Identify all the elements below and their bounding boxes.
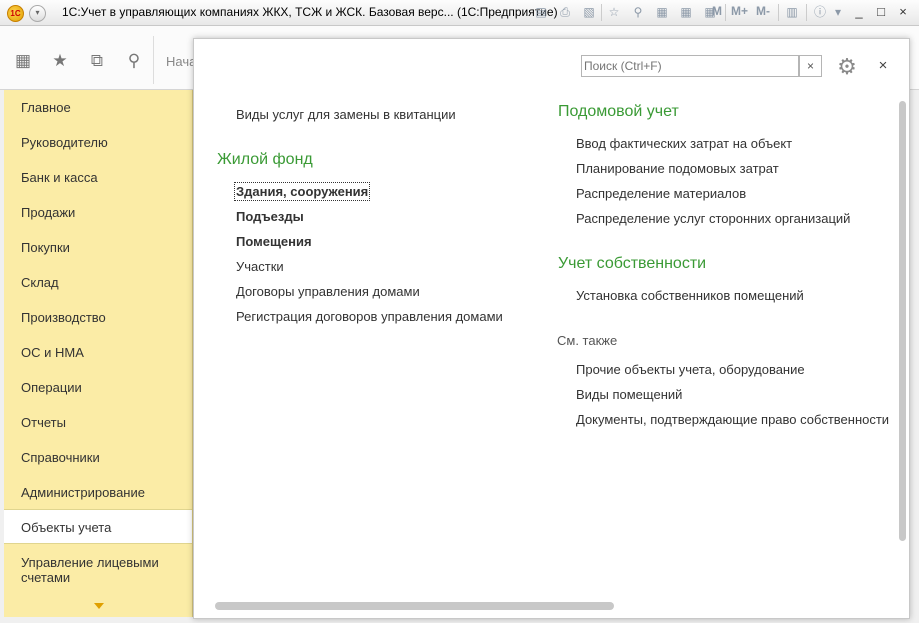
info-icon[interactable]: ⓘ bbox=[812, 4, 828, 20]
link-premise-types[interactable]: Виды помещений bbox=[576, 387, 682, 402]
star-icon[interactable]: ★ bbox=[49, 50, 71, 72]
sidebar-item-accounting-objects[interactable]: Объекты учета bbox=[4, 509, 192, 544]
sidebar-item-operations[interactable]: Операции bbox=[4, 380, 192, 395]
link-management-contracts[interactable]: Договоры управления домами bbox=[236, 284, 420, 299]
link-ownership-documents[interactable]: Документы, подтверждающие право собствен… bbox=[576, 412, 894, 427]
search-input[interactable] bbox=[584, 58, 774, 74]
sidebar-item-administration[interactable]: Администрирование bbox=[4, 485, 192, 500]
sidebar-item-bank[interactable]: Банк и касса bbox=[4, 170, 192, 185]
sidebar-item-warehouse[interactable]: Склад bbox=[4, 275, 192, 290]
see-also-title: См. также bbox=[557, 333, 618, 348]
scroll-down-arrow-icon[interactable] bbox=[94, 603, 104, 609]
group-title-ownership: Учет собственности bbox=[558, 255, 707, 272]
save-icon[interactable]: ▤ bbox=[533, 4, 549, 20]
link-premises[interactable]: Помещения bbox=[236, 234, 312, 249]
main-menu-icon[interactable]: ▾ bbox=[29, 5, 46, 22]
chevron-down-icon[interactable]: ▾ bbox=[830, 4, 846, 20]
sidebar-item-fixed-assets[interactable]: ОС и НМА bbox=[4, 345, 192, 360]
print-icon[interactable]: ⎙ bbox=[557, 4, 573, 20]
link-buildings[interactable]: Здания, сооружения bbox=[233, 182, 371, 201]
group-title-housing-stock: Жилой фонд bbox=[217, 151, 313, 168]
search-icon[interactable]: ⚲ bbox=[123, 50, 145, 72]
maximize-button[interactable]: □ bbox=[872, 3, 890, 21]
history-icon[interactable]: ⧉ bbox=[86, 50, 108, 72]
close-window-button[interactable]: × bbox=[894, 3, 912, 21]
link-materials-distribution[interactable]: Распределение материалов bbox=[576, 186, 746, 201]
close-icon[interactable]: × bbox=[874, 57, 892, 75]
group-title-per-house-accounting: Подомовой учет bbox=[558, 103, 679, 120]
memory-plus-button[interactable]: M+ bbox=[731, 4, 748, 18]
calculator-icon[interactable]: ▦ bbox=[678, 4, 694, 20]
link-service-types-replacement[interactable]: Виды услуг для замены в квитанции bbox=[236, 107, 456, 122]
window-title-bar: 1С ▾ 1С:Учет в управляющих компаниях ЖКХ… bbox=[0, 0, 919, 26]
favorite-icon[interactable]: ☆ bbox=[606, 4, 622, 20]
sidebar-item-main[interactable]: Главное bbox=[4, 100, 192, 115]
sidebar-item-purchases[interactable]: Покупки bbox=[4, 240, 192, 255]
link-actual-costs-input[interactable]: Ввод фактических затрат на объект bbox=[576, 136, 792, 151]
minimize-button[interactable]: _ bbox=[850, 3, 868, 21]
apps-grid-icon[interactable]: ▦ bbox=[12, 50, 34, 72]
panels-icon[interactable]: ▥ bbox=[784, 4, 800, 20]
link-contract-registration[interactable]: Регистрация договоров управления домами bbox=[236, 309, 503, 324]
sidebar-item-catalogs[interactable]: Справочники bbox=[4, 450, 192, 465]
sections-sidebar: Главное Руководителю Банк и касса Продаж… bbox=[4, 90, 193, 617]
section-content-window: × ⚙ × Виды услуг для замены в квитанции … bbox=[193, 38, 910, 619]
history-toolbar-icon[interactable]: ▦ bbox=[654, 4, 670, 20]
app-logo-icon[interactable]: 1С bbox=[7, 5, 24, 22]
link-entrances[interactable]: Подъезды bbox=[236, 209, 304, 224]
window-title: 1С:Учет в управляющих компаниях ЖКХ, ТСЖ… bbox=[62, 5, 558, 19]
sidebar-item-manager[interactable]: Руководителю bbox=[4, 135, 192, 150]
link-owners-setup[interactable]: Установка собственников помещений bbox=[576, 288, 804, 303]
vertical-scrollbar[interactable] bbox=[899, 101, 906, 541]
sidebar-item-personal-accounts[interactable]: Управление лицевыми счетами bbox=[4, 555, 164, 585]
memory-minus-button[interactable]: M- bbox=[756, 4, 770, 18]
sidebar-item-sales[interactable]: Продажи bbox=[4, 205, 192, 220]
tab-home[interactable]: Нача bbox=[166, 54, 196, 69]
preview-icon[interactable]: ▧ bbox=[581, 4, 597, 20]
search-clear-button[interactable]: × bbox=[799, 55, 822, 77]
link-other-objects[interactable]: Прочие объекты учета, оборудование bbox=[576, 362, 805, 377]
link-third-party-services[interactable]: Распределение услуг сторонних организаци… bbox=[576, 211, 850, 226]
memory-m-button[interactable]: M bbox=[712, 4, 722, 18]
search-field[interactable] bbox=[581, 55, 799, 77]
link-cost-planning[interactable]: Планирование подомовых затрат bbox=[576, 161, 779, 176]
horizontal-scrollbar[interactable] bbox=[215, 602, 614, 610]
link-plots[interactable]: Участки bbox=[236, 259, 284, 274]
link-icon[interactable]: ⚲ bbox=[630, 4, 646, 20]
gear-icon[interactable]: ⚙ bbox=[835, 55, 859, 79]
sidebar-item-production[interactable]: Производство bbox=[4, 310, 192, 325]
sidebar-item-reports[interactable]: Отчеты bbox=[4, 415, 192, 430]
